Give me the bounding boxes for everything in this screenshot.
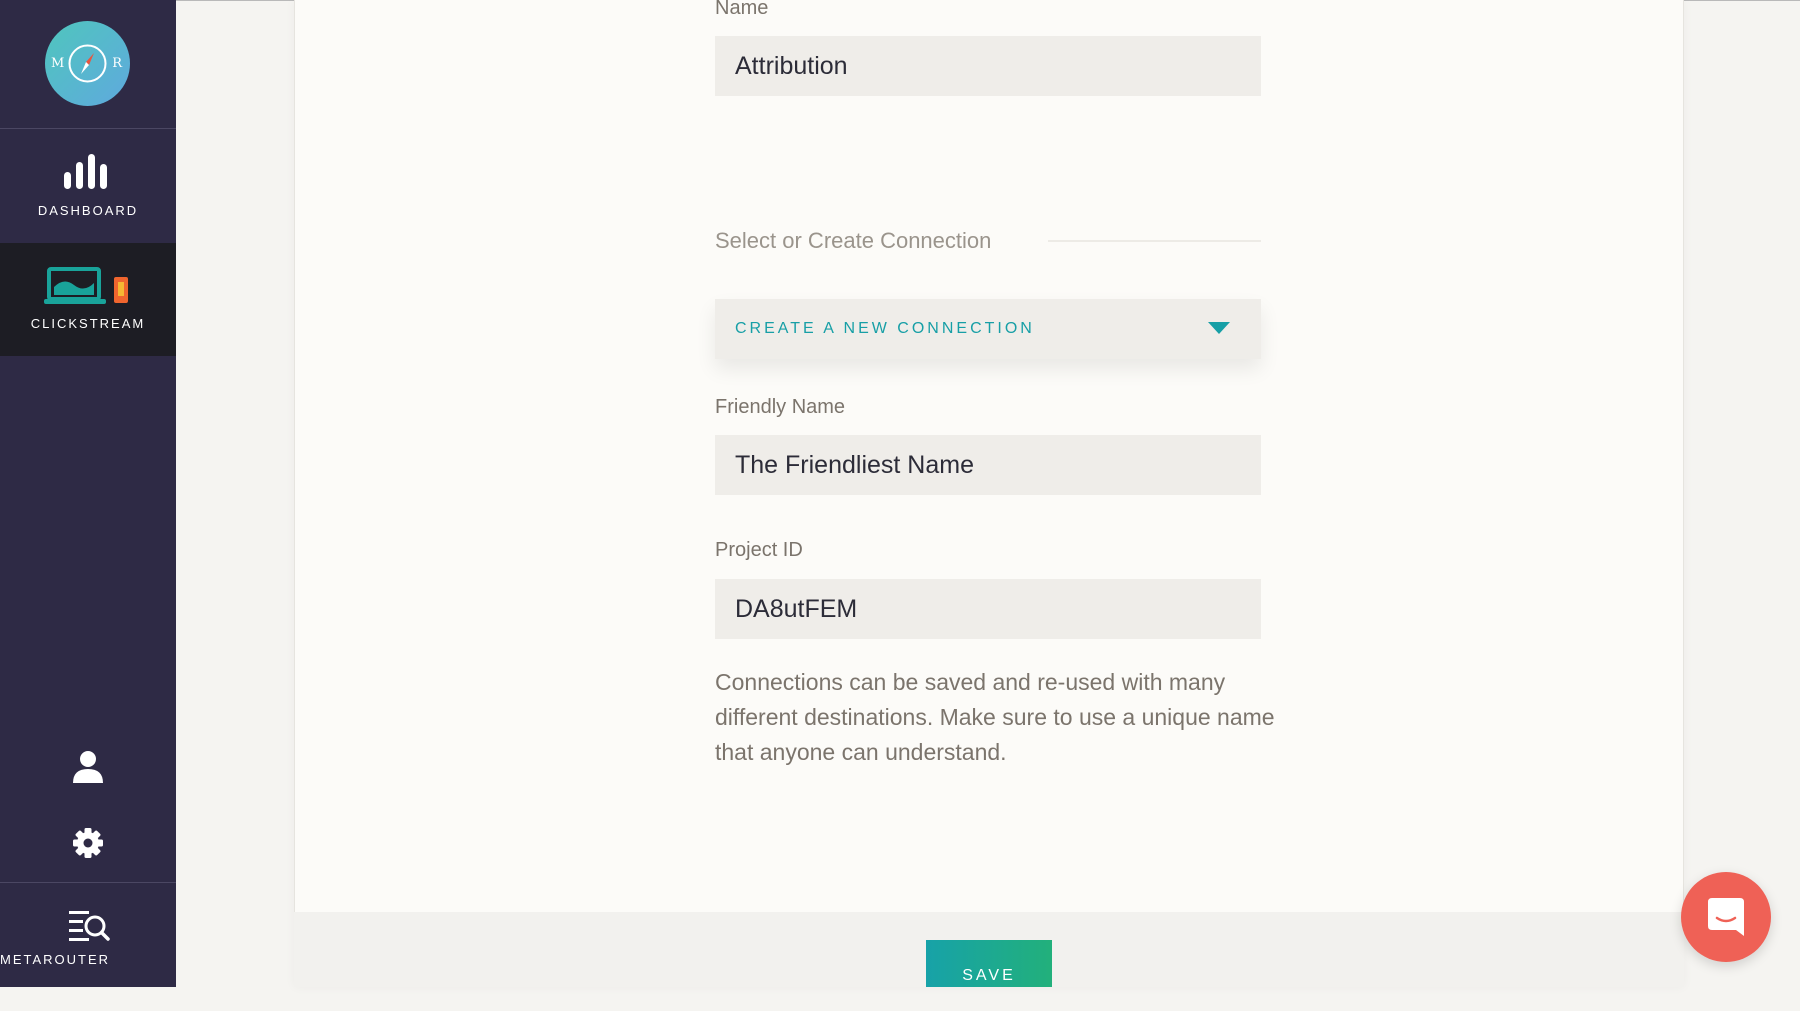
bar-chart-icon xyxy=(64,154,107,189)
connection-select[interactable]: CREATE A NEW CONNECTION xyxy=(715,299,1261,359)
compass-icon xyxy=(68,44,107,83)
project-id-input[interactable] xyxy=(715,579,1261,639)
sidebar-item-label: DASHBOARD xyxy=(37,203,139,218)
friendly-name-label: Friendly Name xyxy=(715,396,846,418)
user-icon[interactable] xyxy=(70,749,106,785)
connection-help-text: Connections can be saved and re-used wit… xyxy=(715,669,1275,765)
section-divider xyxy=(1048,240,1261,242)
chat-icon xyxy=(1708,898,1744,936)
compass-logo[interactable]: M R xyxy=(45,21,130,106)
sidebar-item-dashboard[interactable]: DASHBOARD xyxy=(0,130,176,243)
connection-section-title: Select or Create Connection xyxy=(715,228,992,253)
sidebar-item-label: CLICKSTREAM xyxy=(30,316,146,331)
name-input[interactable] xyxy=(715,36,1261,96)
project-id-label: Project ID xyxy=(715,539,803,561)
logo-letter-r: R xyxy=(112,56,122,71)
metarouter-brand[interactable]: METAROUTER xyxy=(0,882,176,987)
chevron-down-icon xyxy=(1208,322,1230,334)
friendly-name-input[interactable] xyxy=(715,435,1261,495)
logo-container: M R xyxy=(0,0,176,129)
sidebar-item-clickstream[interactable]: CLICKSTREAM xyxy=(0,243,176,356)
search-list-icon xyxy=(69,911,110,941)
logo-letter-m: M xyxy=(51,56,65,71)
sidebar: M R DASHBOARD CLICKSTREAM METAROUTER xyxy=(0,0,176,987)
save-button[interactable]: SAVE xyxy=(926,940,1052,987)
settings-icon[interactable] xyxy=(70,825,106,861)
chat-launcher[interactable] xyxy=(1681,872,1771,962)
name-label: Name xyxy=(715,0,769,19)
laptop-phone-icon xyxy=(44,267,128,304)
brand-label: METAROUTER xyxy=(0,952,111,967)
connection-select-value: CREATE A NEW CONNECTION xyxy=(735,320,1035,337)
